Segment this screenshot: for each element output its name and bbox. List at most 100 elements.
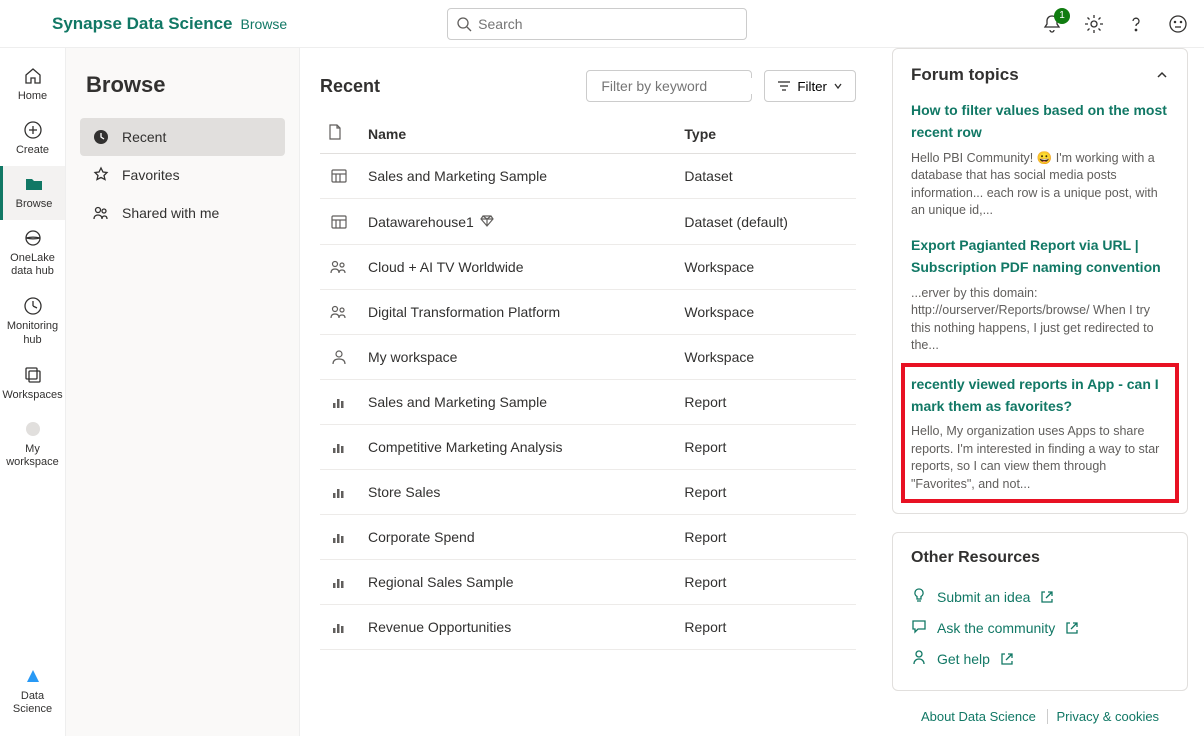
row-type: Dataset [676, 154, 856, 199]
clock-icon [92, 128, 110, 146]
table-row[interactable]: Cloud + AI TV WorldwideWorkspace [320, 245, 856, 290]
rail-label: Monitoring hub [0, 320, 65, 346]
table-row[interactable]: Digital Transformation PlatformWorkspace [320, 290, 856, 335]
row-name: Revenue Opportunities [360, 605, 676, 650]
row-type: Report [676, 560, 856, 605]
rail-item-browse[interactable]: Browse [0, 166, 65, 220]
forum-topic-snippet: ...erver by this domain: http://ourserve… [911, 285, 1169, 355]
global-search[interactable] [447, 8, 747, 40]
privacy-link[interactable]: Privacy & cookies [1047, 709, 1167, 724]
about-link[interactable]: About Data Science [913, 709, 1044, 724]
row-name: My workspace [360, 335, 676, 380]
monitor-icon [23, 296, 43, 316]
rail-item-monitoring[interactable]: Monitoring hub [0, 288, 65, 356]
resource-icon [911, 649, 927, 668]
right-panel: Forum topics How to filter values based … [876, 48, 1204, 736]
resource-link[interactable]: Ask the community [911, 612, 1169, 643]
rail-label: Browse [16, 198, 53, 210]
table-row[interactable]: Sales and Marketing SampleDataset [320, 154, 856, 199]
table-row[interactable]: Corporate SpendReport [320, 515, 856, 560]
diamond-icon [480, 213, 494, 227]
forum-topic-snippet: Hello, My organization uses Apps to shar… [911, 423, 1169, 493]
col-name-header[interactable]: Name [360, 114, 676, 154]
side-item-recent[interactable]: Recent [80, 118, 285, 156]
filter-button[interactable]: Filter [764, 70, 856, 102]
row-type-icon [328, 349, 350, 365]
row-type: Report [676, 515, 856, 560]
breadcrumb-section[interactable]: Browse [240, 16, 287, 32]
gear-icon [1084, 14, 1104, 34]
footer-links: About Data Science Privacy & cookies [892, 709, 1188, 724]
row-type-icon [328, 439, 350, 455]
col-type-header[interactable]: Type [676, 114, 856, 154]
app-launcher-icon[interactable] [16, 14, 36, 34]
rail-item-home[interactable]: Home [0, 58, 65, 112]
side-item-favorites[interactable]: Favorites [80, 156, 285, 194]
product-name[interactable]: Synapse Data Science [52, 14, 232, 34]
content-heading: Recent [320, 76, 380, 97]
help-icon [1126, 14, 1146, 34]
forum-topic[interactable]: Export Pagianted Report via URL | Subscr… [911, 234, 1169, 355]
table-row[interactable]: Revenue OpportunitiesReport [320, 605, 856, 650]
row-type-icon [328, 259, 350, 275]
rail-label: Home [18, 90, 47, 102]
settings-button[interactable] [1084, 14, 1104, 34]
data-science-icon [23, 666, 43, 686]
row-type-icon [328, 529, 350, 545]
row-name: Sales and Marketing Sample [360, 380, 676, 425]
resource-link[interactable]: Submit an idea [911, 581, 1169, 612]
notifications-button[interactable]: 1 [1042, 14, 1062, 34]
rail-label: Data Science [0, 690, 65, 716]
row-type: Report [676, 380, 856, 425]
resource-link[interactable]: Get help [911, 643, 1169, 674]
feedback-button[interactable] [1168, 14, 1188, 34]
forum-topic[interactable]: How to filter values based on the most r… [911, 99, 1169, 220]
external-link-icon [1000, 652, 1014, 666]
table-row[interactable]: Store SalesReport [320, 470, 856, 515]
row-type-icon [328, 484, 350, 500]
star-icon [92, 166, 110, 184]
table-row[interactable]: Sales and Marketing SampleReport [320, 380, 856, 425]
browse-side-panel: Browse Recent Favorites Shared with me [66, 48, 300, 736]
table-row[interactable]: Competitive Marketing AnalysisReport [320, 425, 856, 470]
rail-label: Create [16, 144, 49, 156]
top-bar: Synapse Data Science Browse 1 [0, 0, 1204, 48]
row-type: Workspace [676, 290, 856, 335]
chevron-up-icon[interactable] [1155, 68, 1169, 82]
external-link-icon [1065, 621, 1079, 635]
row-type-icon [328, 619, 350, 635]
forum-topic-title: Export Pagianted Report via URL | Subscr… [911, 234, 1169, 279]
search-input[interactable] [472, 16, 738, 32]
rail-item-onelake[interactable]: OneLake data hub [0, 220, 65, 288]
row-name: Competitive Marketing Analysis [360, 425, 676, 470]
resource-icon [911, 618, 927, 637]
row-type-icon [328, 304, 350, 320]
rail-item-data-science[interactable]: Data Science [0, 658, 65, 726]
side-item-shared[interactable]: Shared with me [80, 194, 285, 232]
row-name: Digital Transformation Platform [360, 290, 676, 335]
rail-item-create[interactable]: Create [0, 112, 65, 166]
table-row[interactable]: My workspaceWorkspace [320, 335, 856, 380]
content-area: Recent Filter Name Type [300, 48, 876, 736]
rail-item-workspaces[interactable]: Workspaces [0, 357, 65, 411]
chevron-down-icon [833, 81, 843, 91]
row-type: Report [676, 605, 856, 650]
filter-input[interactable] [601, 78, 782, 94]
help-button[interactable] [1126, 14, 1146, 34]
notification-badge: 1 [1054, 8, 1070, 24]
col-icon-header[interactable] [320, 114, 360, 154]
forum-topic[interactable]: recently viewed reports in App - can I m… [907, 369, 1173, 498]
recent-table: Name Type Sales and Marketing SampleData… [320, 114, 856, 650]
forum-topic-snippet: Hello PBI Community! 😀 I'm working with … [911, 150, 1169, 220]
resource-icon [911, 587, 927, 606]
table-row[interactable]: Regional Sales SampleReport [320, 560, 856, 605]
workspaces-icon [23, 365, 43, 385]
search-icon [456, 16, 472, 32]
folder-icon [24, 174, 44, 194]
side-item-label: Recent [122, 129, 166, 145]
table-row[interactable]: Datawarehouse1Dataset (default) [320, 199, 856, 245]
filter-keyword[interactable] [586, 70, 752, 102]
resource-label: Submit an idea [937, 589, 1030, 605]
rail-item-my-workspace[interactable]: My workspace [0, 411, 65, 479]
row-type-icon [328, 168, 350, 184]
